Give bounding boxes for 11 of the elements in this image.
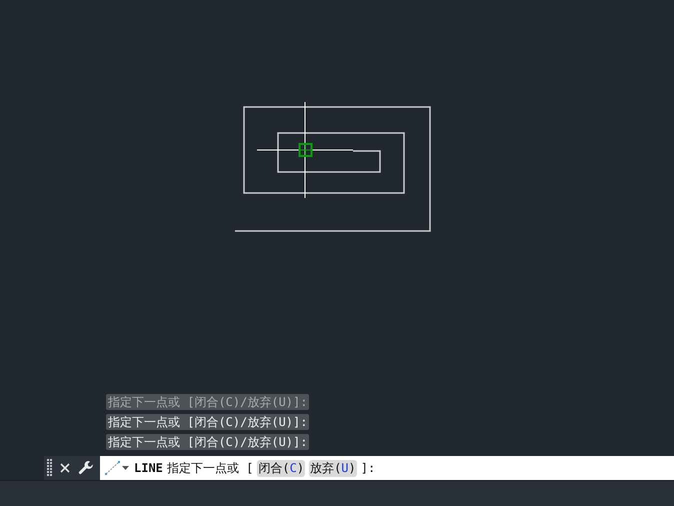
- close-icon[interactable]: [60, 463, 70, 473]
- prompt-suffix: ]:: [360, 461, 376, 475]
- command-prompt: 指定下一点或 [: [166, 460, 254, 476]
- line-tool-dropdown-icon[interactable]: [104, 460, 130, 476]
- wrench-icon[interactable]: [78, 460, 94, 476]
- command-option[interactable]: 闭合(C): [257, 460, 306, 476]
- command-option[interactable]: 放弃(U): [309, 460, 357, 476]
- command-name: LINE: [134, 461, 163, 475]
- grip-icon[interactable]: [47, 459, 52, 477]
- command-input-field[interactable]: LINE 指定下一点或 [ 闭合(C) 放弃(U) ]:: [100, 456, 674, 480]
- crosshair-cursor-icon: [256, 102, 354, 198]
